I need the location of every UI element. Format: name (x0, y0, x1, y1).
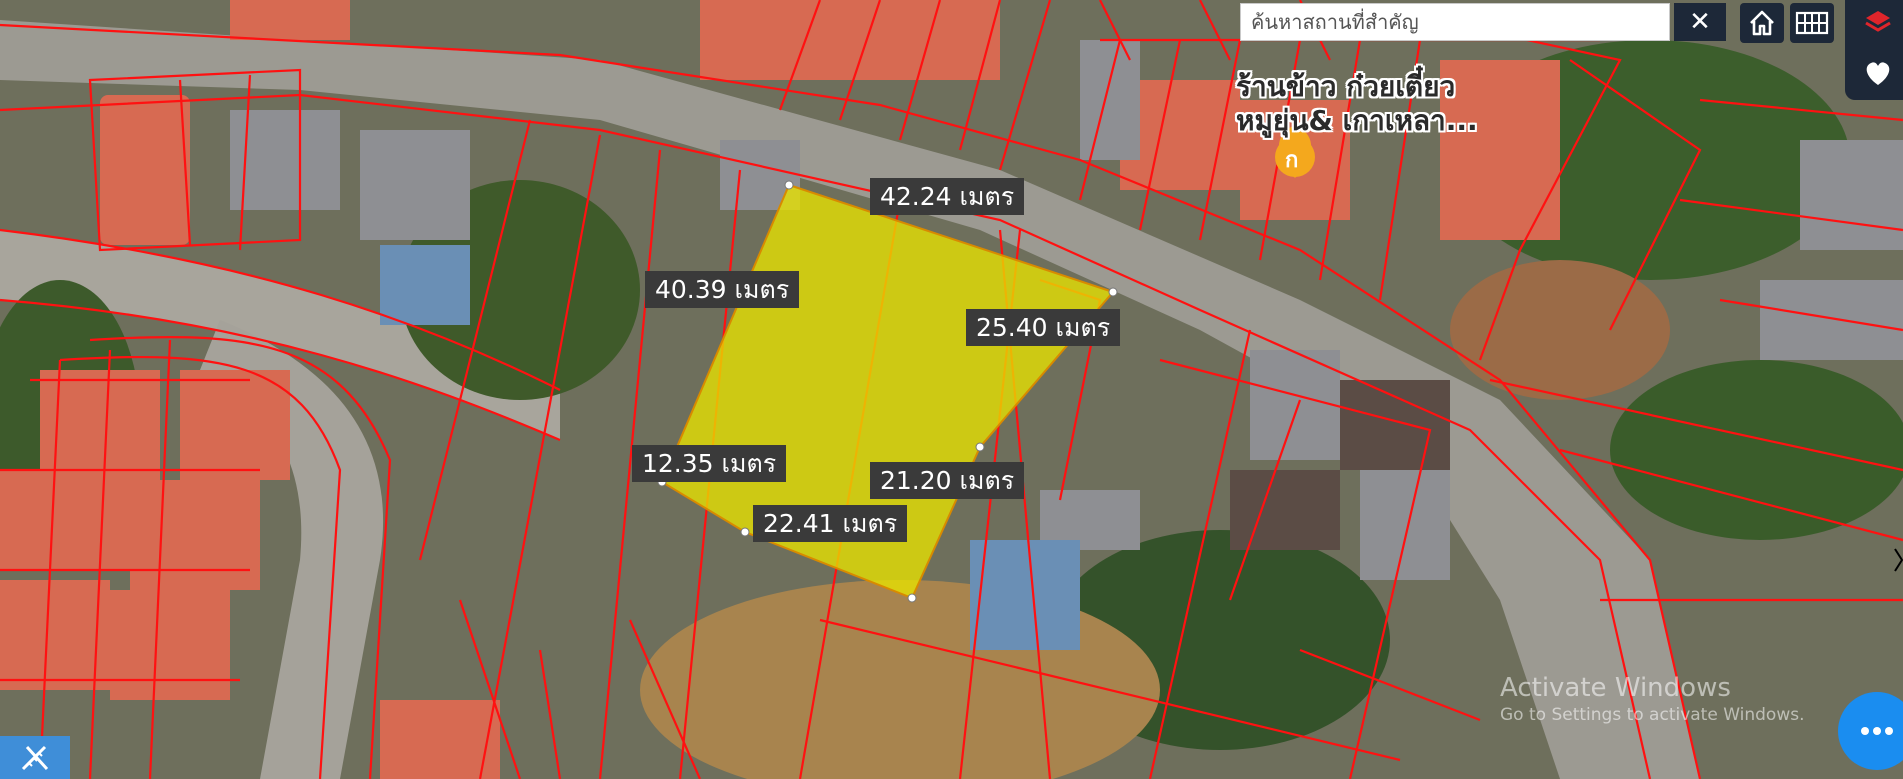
search-input[interactable] (1241, 4, 1669, 40)
poi-label[interactable]: ร้านข้าว ก๋วยเตี๋ยว หมูยุ่น& เกาเหลา... (1236, 70, 1478, 138)
satellite-map[interactable] (0, 0, 1903, 779)
chat-icon (1861, 727, 1893, 735)
measurement-east-edge: 25.40 เมตร (966, 309, 1121, 346)
layers-icon (1865, 11, 1891, 32)
grid-icon (1795, 11, 1829, 35)
clear-search-button[interactable]: ✕ (1674, 3, 1726, 41)
ruler-icon (21, 745, 49, 770)
poi-name-line1: ร้านข้าว ก๋วยเตี๋ยว (1236, 70, 1456, 103)
measurement-west-edge: 40.39 เมตร (645, 271, 800, 308)
home-icon (1750, 10, 1774, 36)
poi-marker-label: ก (1285, 148, 1299, 173)
cursor-icon (1894, 548, 1903, 572)
grid-button[interactable] (1790, 3, 1834, 43)
layers-button[interactable] (1860, 4, 1896, 40)
favorite-button[interactable] (1860, 55, 1896, 91)
measurement-south-edge: 22.41 เมตร (753, 505, 908, 542)
search-box[interactable] (1240, 3, 1670, 41)
measurement-north-edge: 42.24 เมตร (870, 178, 1025, 215)
heart-icon (1866, 62, 1890, 85)
measure-tool-button[interactable] (0, 736, 70, 779)
poi-name-line2: หมูยุ่น& เกาเหลา... (1236, 104, 1478, 137)
measurement-inner-edge: 21.20 เมตร (870, 462, 1025, 499)
measurement-southwest-edge: 12.35 เมตร (632, 445, 787, 482)
home-button[interactable] (1740, 3, 1784, 43)
